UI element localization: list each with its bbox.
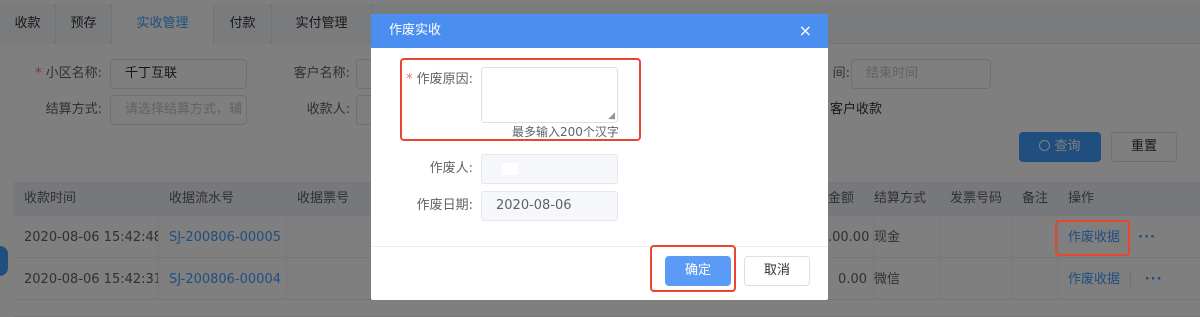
redacted-name xyxy=(502,162,518,175)
dialog-header: 作废实收 × xyxy=(371,14,828,48)
operator-label: 作废人: xyxy=(429,161,473,176)
close-icon[interactable]: × xyxy=(799,14,812,48)
dialog-footer-divider xyxy=(371,246,828,247)
operator-input xyxy=(481,154,618,184)
void-dialog: 作废实收 × * 作废原因: ◢ 最多输入200个汉字 作废人: 作废日期: 20… xyxy=(371,14,828,300)
dialog-title: 作废实收 xyxy=(389,23,442,38)
date-input: 2020-08-06 xyxy=(481,191,618,221)
highlight-reason-area xyxy=(400,58,641,141)
highlight-void-link xyxy=(1055,220,1130,256)
cancel-button[interactable]: 取消 xyxy=(744,256,810,286)
date-label: 作废日期: xyxy=(416,198,473,213)
highlight-confirm-button xyxy=(650,245,736,292)
